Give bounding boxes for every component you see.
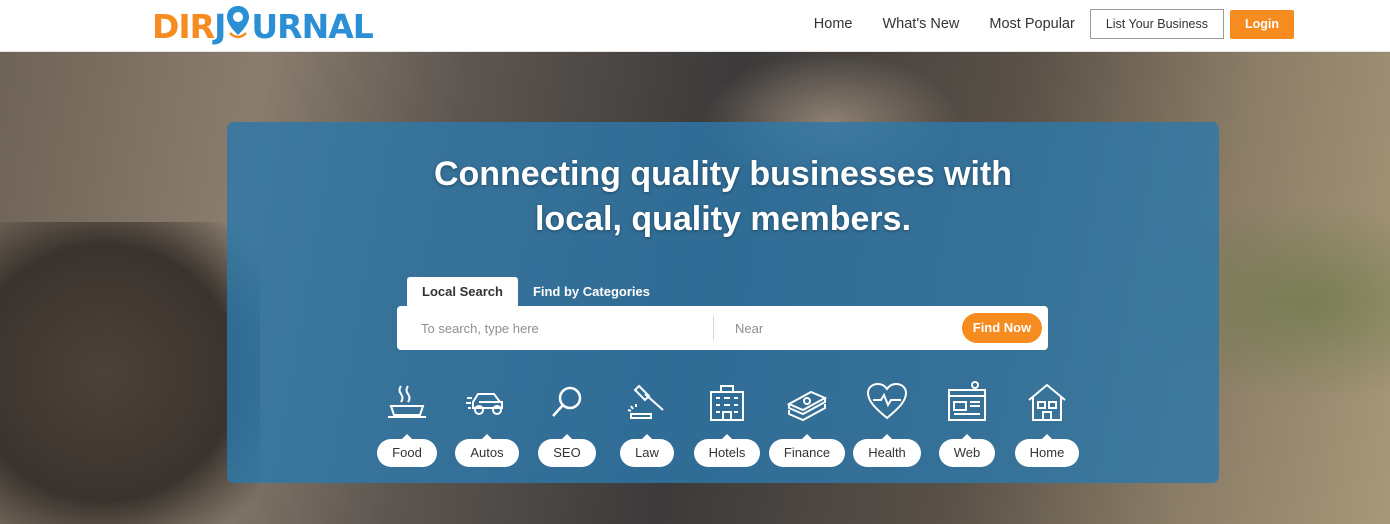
dirjournal-logo[interactable]: DIR J URNAL bbox=[152, 3, 374, 49]
category-label: Food bbox=[377, 434, 437, 467]
category-health[interactable]: Health bbox=[847, 380, 927, 467]
hotel-icon bbox=[710, 385, 744, 421]
gavel-icon bbox=[627, 384, 664, 419]
category-law[interactable]: Law bbox=[607, 380, 687, 467]
login-button[interactable]: Login bbox=[1229, 9, 1294, 39]
category-label: Autos bbox=[455, 434, 519, 467]
location-pin-icon bbox=[225, 3, 251, 49]
list-your-business-button[interactable]: List Your Business bbox=[1089, 9, 1224, 39]
nav-most-popular[interactable]: Most Popular bbox=[989, 16, 1074, 32]
main-nav: Home What's New Most Popular List Your B… bbox=[784, 9, 1294, 39]
hero-headline: Connecting quality businesses with local… bbox=[227, 152, 1219, 242]
category-list: Food Autos SEO Law Hotels Finance Health… bbox=[367, 380, 1087, 467]
search-input[interactable] bbox=[421, 318, 701, 338]
category-label: Hotels bbox=[693, 434, 761, 467]
category-label: Law bbox=[620, 434, 674, 467]
category-food[interactable]: Food bbox=[367, 380, 447, 467]
search-panel: Connecting quality businesses with local… bbox=[227, 122, 1219, 483]
category-label: Home bbox=[1014, 434, 1080, 467]
logo-dir-text: DIR bbox=[152, 6, 215, 46]
category-label: Web bbox=[938, 434, 996, 467]
near-input[interactable] bbox=[735, 318, 935, 338]
house-icon bbox=[1028, 383, 1066, 421]
logo-urnal-text: URNAL bbox=[251, 6, 373, 46]
search-divider bbox=[713, 316, 714, 340]
category-label: Health bbox=[853, 434, 921, 467]
nav-whats-new[interactable]: What's New bbox=[882, 16, 959, 32]
search-tabs: Local Search Find by Categories bbox=[407, 277, 665, 306]
web-design-icon bbox=[948, 381, 986, 421]
headline-bold-2: quality members. bbox=[631, 200, 912, 238]
category-seo[interactable]: SEO bbox=[527, 380, 607, 467]
car-icon bbox=[466, 393, 503, 415]
headline-text-3: local, bbox=[534, 200, 632, 238]
find-now-button[interactable]: Find Now bbox=[962, 313, 1042, 343]
search-bar: Find Now bbox=[397, 306, 1048, 350]
category-label: Finance bbox=[768, 434, 846, 467]
category-hotels[interactable]: Hotels bbox=[687, 380, 767, 467]
tab-local-search[interactable]: Local Search bbox=[407, 277, 518, 306]
hero-background-shape bbox=[0, 222, 260, 524]
logo-j-text: J bbox=[214, 6, 226, 46]
headline-bold-1: quality businesses bbox=[630, 155, 935, 193]
category-home[interactable]: Home bbox=[1007, 380, 1087, 467]
food-icon bbox=[388, 385, 426, 418]
headline-text-2: with bbox=[934, 155, 1013, 193]
category-web[interactable]: Web bbox=[927, 380, 1007, 467]
category-finance[interactable]: Finance bbox=[767, 380, 847, 467]
heart-pulse-icon bbox=[866, 382, 908, 420]
magnifier-icon bbox=[552, 386, 582, 417]
money-icon bbox=[786, 390, 828, 422]
hero-section: Connecting quality businesses with local… bbox=[0, 52, 1390, 524]
site-header: DIR J URNAL Home What's New Most Popular… bbox=[0, 0, 1390, 52]
category-autos[interactable]: Autos bbox=[447, 380, 527, 467]
tab-find-by-categories[interactable]: Find by Categories bbox=[518, 277, 665, 306]
headline-text-1: Connecting bbox=[433, 155, 631, 193]
nav-home[interactable]: Home bbox=[814, 16, 853, 32]
category-label: SEO bbox=[538, 434, 596, 467]
